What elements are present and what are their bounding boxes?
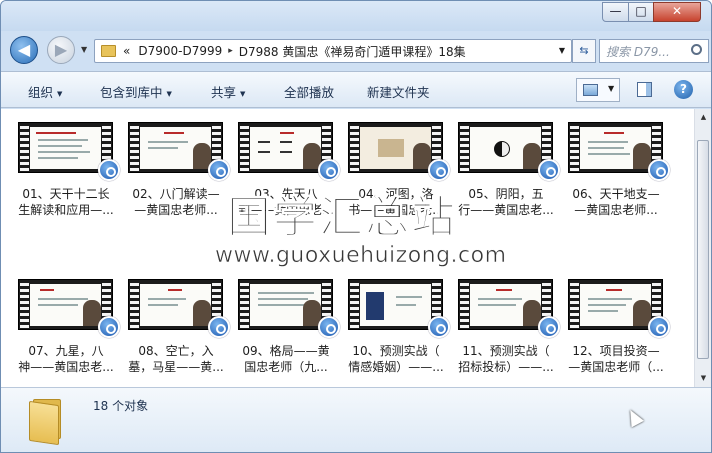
organize-menu[interactable]: 组织 ▼ bbox=[28, 82, 62, 101]
breadcrumb-item-parent[interactable]: D7900-D7999 bbox=[138, 44, 222, 58]
file-name: 11、预测实战（ 招标投标）——... bbox=[458, 344, 554, 374]
file-item[interactable]: 02、八门解读— —黄国忠老师... bbox=[123, 114, 230, 219]
address-dropdown-button[interactable]: ▼ bbox=[559, 46, 565, 55]
file-name: 02、八门解读— —黄国忠老师... bbox=[132, 187, 220, 217]
video-file-icon bbox=[98, 316, 120, 338]
chevron-down-icon: ▼ bbox=[57, 89, 63, 98]
video-file-icon bbox=[648, 316, 670, 338]
minimize-button[interactable]: — bbox=[602, 2, 629, 22]
video-file-icon bbox=[208, 159, 230, 181]
video-file-icon bbox=[538, 159, 560, 181]
chevron-down-icon[interactable]: ▼ bbox=[608, 84, 614, 93]
mouse-cursor-icon bbox=[624, 406, 644, 428]
file-name: 09、格局——黄 国忠老师（九... bbox=[242, 344, 330, 374]
chevron-down-icon: ▼ bbox=[166, 89, 172, 98]
file-name: 05、阴阳，五 行——黄国忠老... bbox=[458, 187, 554, 217]
organize-label: 组织 bbox=[28, 85, 54, 100]
video-thumbnail bbox=[238, 279, 340, 338]
navigation-bar: ◀ ▶ ▼ « ▸ D7900-D7999 ▸ D7988 黄国忠《禅易奇门遁甲… bbox=[1, 31, 711, 69]
close-button[interactable]: ✕ bbox=[653, 2, 701, 22]
file-name: 06、天干地支— —黄国忠老师... bbox=[572, 187, 660, 217]
help-icon[interactable]: ? bbox=[674, 80, 693, 99]
refresh-button[interactable]: ⇆ bbox=[572, 39, 596, 63]
video-thumbnail bbox=[18, 279, 120, 338]
video-thumbnail bbox=[348, 122, 450, 181]
video-thumbnail bbox=[568, 279, 670, 338]
video-file-icon bbox=[318, 316, 340, 338]
folder-icon bbox=[101, 45, 116, 57]
view-icon bbox=[583, 84, 598, 96]
video-file-icon bbox=[538, 316, 560, 338]
change-view-button[interactable]: ▼ bbox=[576, 78, 620, 102]
breadcrumb-overflow[interactable]: « bbox=[123, 44, 130, 58]
scroll-down-icon[interactable]: ▼ bbox=[696, 370, 711, 387]
preview-pane-icon[interactable] bbox=[637, 82, 652, 97]
forward-button[interactable]: ▶ bbox=[47, 36, 75, 64]
file-name: 07、九星，八 神——黄国忠老... bbox=[18, 344, 114, 374]
file-name: 08、空亡，入 墓，马星——黄... bbox=[128, 344, 224, 374]
chevron-down-icon: ▼ bbox=[240, 89, 246, 98]
file-name: 12、项目投资— —黄国忠老师（... bbox=[568, 344, 664, 374]
breadcrumb-item-current[interactable]: D7988 黄国忠《禅易奇门遁甲课程》18集 bbox=[239, 43, 466, 60]
video-thumbnail bbox=[18, 122, 120, 181]
video-file-icon bbox=[318, 159, 340, 181]
file-item[interactable]: 06、天干地支— —黄国忠老师... bbox=[563, 114, 670, 219]
video-thumbnail bbox=[238, 122, 340, 181]
video-file-icon bbox=[428, 159, 450, 181]
file-item[interactable]: 05、阴阳，五 行——黄国忠老... bbox=[453, 114, 560, 219]
breadcrumb-separator[interactable]: ▸ bbox=[228, 46, 233, 56]
scroll-up-icon[interactable]: ▲ bbox=[696, 109, 711, 126]
command-bar: 组织 ▼ 包含到库中 ▼ 共享 ▼ 全部播放 新建文件夹 ▼ ? bbox=[1, 71, 711, 108]
search-input[interactable]: 搜索 D79... bbox=[599, 39, 709, 63]
video-file-icon bbox=[98, 159, 120, 181]
back-button[interactable]: ◀ bbox=[10, 36, 38, 64]
video-thumbnail bbox=[568, 122, 670, 181]
folder-icon bbox=[29, 397, 69, 446]
address-bar[interactable]: « ▸ D7900-D7999 ▸ D7988 黄国忠《禅易奇门遁甲课程》18集… bbox=[94, 39, 572, 63]
file-item[interactable]: 09、格局——黄 国忠老师（九... bbox=[233, 271, 340, 376]
file-name: 01、天干十二长 生解读和应用—... bbox=[18, 187, 114, 217]
video-thumbnail bbox=[458, 279, 560, 338]
search-icon[interactable] bbox=[691, 44, 702, 55]
details-pane: 18 个对象 bbox=[1, 387, 711, 452]
maximize-button[interactable]: □ bbox=[628, 2, 654, 22]
video-file-icon bbox=[648, 159, 670, 181]
share-label: 共享 bbox=[211, 85, 237, 100]
include-in-library-menu[interactable]: 包含到库中 ▼ bbox=[100, 82, 172, 101]
file-item[interactable]: 10、预测实战（ 情感婚姻）——... bbox=[343, 271, 450, 376]
file-item[interactable]: 07、九星，八 神——黄国忠老... bbox=[13, 271, 120, 376]
scrollbar-thumb[interactable] bbox=[697, 140, 709, 359]
video-thumbnail bbox=[128, 279, 230, 338]
file-item[interactable]: 01、天干十二长 生解读和应用—... bbox=[13, 114, 120, 219]
file-item[interactable]: 08、空亡，入 墓，马星——黄... bbox=[123, 271, 230, 376]
video-thumbnail bbox=[348, 279, 450, 338]
new-folder-button[interactable]: 新建文件夹 bbox=[367, 82, 430, 101]
video-file-icon bbox=[208, 316, 230, 338]
title-bar: — □ ✕ bbox=[1, 1, 711, 31]
explorer-window: — □ ✕ ◀ ▶ ▼ « ▸ D7900-D7999 ▸ D7988 黄国忠《… bbox=[0, 0, 712, 453]
recent-pages-dropdown[interactable]: ▼ bbox=[81, 45, 87, 54]
watermark-title: 国学汇总站 bbox=[227, 192, 457, 244]
file-name: 10、预测实战（ 情感婚姻）——... bbox=[348, 344, 444, 374]
watermark-url: www.guoxuehuizong.com bbox=[215, 243, 507, 269]
file-item[interactable]: 12、项目投资— —黄国忠老师（... bbox=[563, 271, 670, 376]
video-thumbnail bbox=[458, 122, 560, 181]
vertical-scrollbar[interactable]: ▲ ▼ bbox=[694, 109, 711, 387]
video-thumbnail bbox=[128, 122, 230, 181]
file-item[interactable]: 11、预测实战（ 招标投标）——... bbox=[453, 271, 560, 376]
include-label: 包含到库中 bbox=[100, 85, 163, 100]
search-placeholder: 搜索 D79... bbox=[606, 44, 670, 59]
video-file-icon bbox=[428, 316, 450, 338]
item-count: 18 个对象 bbox=[93, 399, 149, 413]
play-all-button[interactable]: 全部播放 bbox=[284, 82, 334, 101]
share-menu[interactable]: 共享 ▼ bbox=[211, 82, 245, 101]
